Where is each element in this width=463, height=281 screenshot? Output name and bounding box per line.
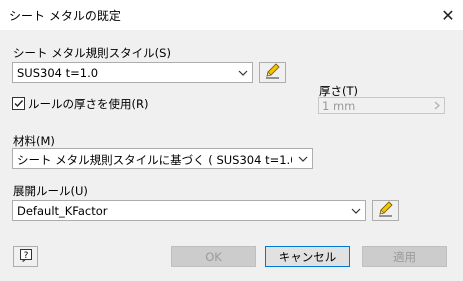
svg-text:?: ? — [23, 251, 28, 261]
thickness-value: 1 mm — [322, 99, 356, 113]
rule-style-dropdown[interactable]: SUS304 t=1.0 — [12, 62, 253, 83]
edit-unfold-rule-button[interactable] — [372, 200, 399, 221]
use-rule-thickness-label: ルールの厚さを使用(R) — [28, 97, 149, 111]
chevron-down-icon — [235, 65, 250, 80]
ok-button[interactable]: OK — [171, 246, 256, 267]
sheet-metal-defaults-dialog: シート メタルの既定 ✕ シート メタル規則スタイル(S) SUS304 t=1… — [0, 0, 463, 281]
material-value: シート メタル規則スタイルに基づく ( SUS304 t=1.0 ) — [17, 153, 292, 167]
rule-style-value: SUS304 t=1.0 — [17, 66, 99, 80]
unfold-rule-dropdown[interactable]: Default_KFactor — [12, 200, 366, 221]
cancel-button[interactable]: キャンセル — [265, 246, 350, 267]
help-icon: ? — [19, 248, 33, 265]
apply-button[interactable]: 適用 — [362, 246, 447, 267]
chevron-right-icon[interactable] — [430, 99, 443, 112]
help-button[interactable]: ? — [13, 246, 38, 267]
unfold-rule-label: 展開ルール(U) — [13, 184, 88, 198]
material-label: 材料(M) — [13, 134, 55, 148]
pencil-edit-icon — [377, 201, 395, 220]
pencil-edit-icon — [264, 63, 282, 82]
checkmark-icon — [14, 100, 24, 108]
chevron-down-icon — [348, 203, 363, 218]
thickness-field[interactable]: 1 mm — [318, 97, 445, 114]
title-bar: シート メタルの既定 ✕ — [0, 0, 463, 30]
dialog-title: シート メタルの既定 — [9, 9, 121, 23]
close-icon[interactable]: ✕ — [433, 0, 463, 30]
rule-style-label: シート メタル規則スタイル(S) — [13, 46, 171, 60]
use-rule-thickness-checkbox[interactable] — [12, 97, 25, 110]
edit-rule-style-button[interactable] — [259, 62, 286, 83]
chevron-down-icon — [295, 151, 310, 166]
material-dropdown[interactable]: シート メタル規則スタイルに基づく ( SUS304 t=1.0 ) — [12, 148, 313, 169]
unfold-rule-value: Default_KFactor — [17, 204, 108, 218]
